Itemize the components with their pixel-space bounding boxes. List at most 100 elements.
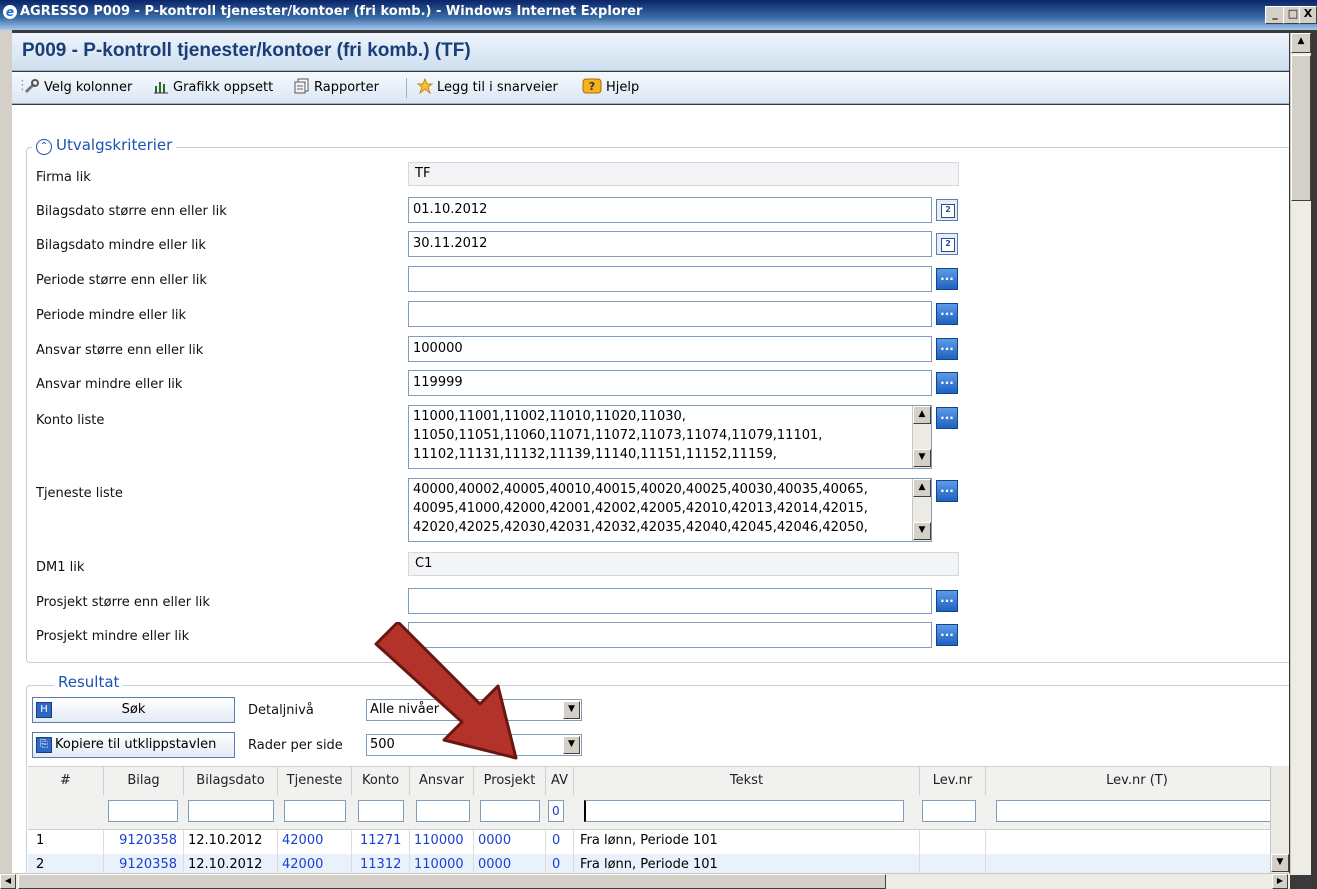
ansvar-fra-input[interactable]: 100000 (408, 336, 932, 362)
table-row[interactable]: 1 9120358 12.10.2012 42000 11271 110000 … (28, 830, 1289, 854)
detaljniva-label: Detaljnivå (248, 703, 314, 718)
calendar-icon[interactable]: 2 (936, 199, 958, 221)
lookup-icon[interactable]: ... (936, 303, 958, 325)
window-title-bar[interactable]: e AGRESSO P009 - P-kontroll tjenester/ko… (0, 0, 1317, 30)
bilagsdato-fra-input[interactable]: 01.10.2012 (408, 197, 932, 223)
tjeneste-liste-textarea[interactable]: 40000,40002,40005,40010,40015,40020,4002… (408, 478, 932, 542)
copy-clipboard-button[interactable]: ⎘ Kopiere til utklippstavlen (32, 732, 235, 758)
lookup-icon[interactable]: ... (936, 590, 958, 612)
scroll-up-icon[interactable]: ▲ (1291, 33, 1311, 53)
textarea-scrollbar[interactable]: ▲ ▼ (912, 406, 931, 468)
grid-header: # Bilag Bilagsdato Tjeneste Konto Ansvar… (28, 766, 1289, 796)
cell-prosjekt-link[interactable]: 0000 (474, 830, 546, 854)
search-button-label: Søk (121, 702, 146, 717)
table-row[interactable]: 2 9120358 12.10.2012 42000 11312 110000 … (28, 854, 1289, 873)
periode-fra-label: Periode større enn eller lik (36, 273, 207, 288)
lookup-icon[interactable]: ... (936, 407, 958, 429)
filter-konto-input[interactable] (358, 800, 404, 822)
dm1-label: DM1 lik (36, 560, 85, 575)
internet-explorer-icon: e (3, 5, 17, 19)
scroll-left-icon[interactable]: ◀ (0, 874, 16, 889)
filter-prosjekt-input[interactable] (480, 800, 540, 822)
column-header-tjeneste[interactable]: Tjeneste (278, 767, 352, 795)
hjelp-button[interactable]: ? Hjelp (582, 78, 639, 95)
bar-chart-icon (154, 82, 168, 94)
result-legend: Resultat (54, 673, 124, 691)
horizontal-scrollbar[interactable]: ◀ ▶ (0, 873, 1290, 889)
column-header-levnr[interactable]: Lev.nr (920, 767, 986, 795)
text-line: 11000,11001,11002,11010,11020,11030, (413, 409, 686, 424)
scroll-up-icon[interactable]: ▲ (913, 406, 931, 424)
scroll-thumb[interactable] (1291, 55, 1311, 201)
periode-fra-input[interactable] (408, 266, 932, 292)
konto-liste-textarea[interactable]: 11000,11001,11002,11010,11020,11030, 110… (408, 405, 932, 469)
cell-konto-link[interactable]: 11271 (352, 830, 410, 854)
cell-prosjekt-link[interactable]: 0000 (474, 854, 546, 873)
chevron-down-icon[interactable]: ▼ (563, 736, 580, 754)
scroll-down-icon[interactable]: ▼ (913, 522, 931, 540)
filter-bilagsdato-input[interactable] (188, 800, 274, 822)
cell-levnr (920, 854, 986, 873)
grid-scrollbar[interactable]: ▼ (1270, 766, 1289, 873)
rapporter-button[interactable]: Rapporter (294, 78, 379, 95)
textarea-scrollbar[interactable]: ▲ ▼ (912, 479, 931, 541)
scroll-thumb[interactable] (18, 874, 886, 889)
cell-konto-link[interactable]: 11312 (352, 854, 410, 873)
column-header-bilagsdato[interactable]: Bilagsdato (184, 767, 278, 795)
grafikk-oppsett-label: Grafikk oppsett (173, 80, 274, 95)
filter-levnr-t-input[interactable] (996, 800, 1289, 822)
text-line: 11102,11131,11132,11139,11140,11151,1115… (413, 447, 777, 462)
lookup-icon[interactable]: ... (936, 372, 958, 394)
text-line: 11050,11051,11060,11071,11072,11073,1107… (413, 428, 823, 443)
minimize-icon[interactable]: _ (1265, 6, 1285, 24)
grafikk-oppsett-button[interactable]: Grafikk oppsett (153, 78, 273, 95)
filter-av-input[interactable]: 0 (548, 800, 564, 822)
cell-bilag-link[interactable]: 9120358 (104, 854, 184, 873)
criteria-legend[interactable]: ⌃ Utvalgskriterier (32, 136, 177, 155)
column-header-av[interactable]: AV (546, 767, 574, 795)
filter-tjeneste-input[interactable] (284, 800, 346, 822)
scroll-down-icon[interactable]: ▼ (913, 449, 931, 467)
cell-tjeneste-link[interactable]: 42000 (278, 830, 352, 854)
page-scrollbar[interactable]: ▲ (1290, 33, 1311, 875)
cell-ansvar-link[interactable]: 110000 (410, 830, 474, 854)
cell-ansvar-link[interactable]: 110000 (410, 854, 474, 873)
scroll-up-icon[interactable]: ▲ (913, 479, 931, 497)
column-header-bilag[interactable]: Bilag (104, 767, 184, 795)
search-button[interactable]: H Søk (32, 697, 235, 723)
cell-av[interactable]: 0 (546, 830, 574, 854)
ansvar-fra-label: Ansvar større enn eller lik (36, 343, 204, 358)
bilagsdato-fra-label: Bilagsdato større enn eller lik (36, 204, 227, 219)
column-header-tekst[interactable]: Tekst (574, 767, 920, 795)
cell-av[interactable]: 0 (546, 854, 574, 873)
velg-kolonner-label: Velg kolonner (44, 80, 133, 95)
column-header-levnr-t[interactable]: Lev.nr (T) (986, 767, 1289, 795)
velg-kolonner-button[interactable]: Velg kolonner (24, 78, 132, 95)
ansvar-til-input[interactable]: 119999 (408, 370, 932, 396)
scroll-down-icon[interactable]: ▼ (1271, 854, 1289, 872)
cell-bilag-link[interactable]: 9120358 (104, 830, 184, 854)
filter-levnr-input[interactable] (922, 800, 976, 822)
legg-til-snarveier-button[interactable]: Legg til i snarveier (417, 78, 558, 95)
lookup-icon[interactable]: ... (936, 268, 958, 290)
lookup-icon[interactable]: ... (936, 338, 958, 360)
periode-til-input[interactable] (408, 301, 932, 327)
lookup-icon[interactable]: ... (936, 480, 958, 502)
chevron-down-icon[interactable]: ▼ (563, 701, 580, 719)
filter-ansvar-input[interactable] (416, 800, 470, 822)
calendar-icon[interactable]: 2 (936, 233, 958, 255)
prosjekt-fra-input[interactable] (408, 588, 932, 614)
collapse-icon[interactable]: ⌃ (36, 139, 52, 155)
rapporter-label: Rapporter (314, 80, 379, 95)
filter-tekst-input[interactable] (584, 800, 904, 822)
filter-bilag-input[interactable] (108, 800, 178, 822)
grid-filter-row: 0 (28, 795, 1289, 830)
svg-text:?: ? (589, 80, 595, 93)
column-header-num[interactable]: # (28, 767, 104, 795)
cell-tjeneste-link[interactable]: 42000 (278, 854, 352, 873)
bilagsdato-til-input[interactable]: 30.11.2012 (408, 231, 932, 257)
scroll-right-icon[interactable]: ▶ (1272, 874, 1288, 889)
lookup-icon[interactable]: ... (936, 624, 958, 646)
close-icon[interactable]: X (1299, 6, 1317, 24)
criteria-legend-label: Utvalgskriterier (56, 136, 173, 154)
